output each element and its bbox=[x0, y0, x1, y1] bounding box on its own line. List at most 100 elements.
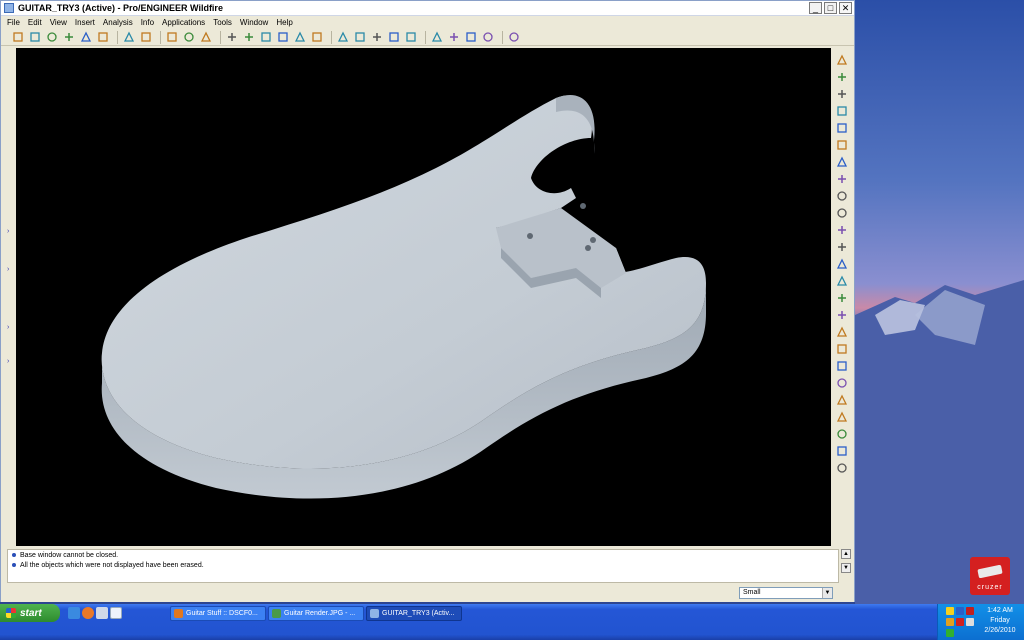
blend-icon[interactable] bbox=[835, 223, 849, 237]
zoom-out-icon[interactable] bbox=[259, 31, 273, 44]
taskbar-item-firefox[interactable]: Guitar Stuff :: DSCF0... bbox=[170, 606, 266, 621]
axis-icon[interactable] bbox=[835, 70, 849, 84]
guitar-body-model[interactable] bbox=[16, 48, 831, 546]
datum-plane-icon[interactable] bbox=[430, 31, 444, 44]
variable-sweep-icon[interactable] bbox=[835, 206, 849, 220]
scroll-up-icon[interactable]: ▲ bbox=[841, 549, 851, 559]
datum-point-icon[interactable] bbox=[464, 31, 478, 44]
tray-network-icon[interactable] bbox=[956, 607, 964, 615]
firefox-icon bbox=[174, 609, 183, 618]
thicken-icon[interactable] bbox=[835, 444, 849, 458]
coord-sys-icon[interactable] bbox=[481, 31, 495, 44]
rib-icon[interactable] bbox=[835, 291, 849, 305]
taskbar-item-proe[interactable]: GUITAR_TRY3 (Activ... bbox=[366, 606, 462, 621]
solidify-icon[interactable] bbox=[835, 461, 849, 475]
expand-arrow-icon[interactable]: › bbox=[7, 228, 11, 235]
revolve-icon[interactable] bbox=[835, 189, 849, 203]
tray-update-icon[interactable] bbox=[946, 629, 954, 637]
tray-volume-icon[interactable] bbox=[966, 618, 974, 626]
message-area: Base window cannot be closed. All the ob… bbox=[7, 549, 839, 583]
draft-icon[interactable] bbox=[835, 308, 849, 322]
repaint-icon[interactable] bbox=[182, 31, 196, 44]
chamfer-icon[interactable] bbox=[835, 342, 849, 356]
datum-point-array-icon[interactable] bbox=[835, 121, 849, 135]
menu-info[interactable]: Info bbox=[141, 18, 154, 27]
menu-analysis[interactable]: Analysis bbox=[103, 18, 133, 27]
print-icon[interactable] bbox=[62, 31, 76, 44]
title-bar[interactable]: GUITAR_TRY3 (Active) - Pro/ENGINEER Wild… bbox=[1, 1, 854, 16]
hidden-line-icon[interactable] bbox=[370, 31, 384, 44]
scroll-down-icon[interactable]: ▼ bbox=[841, 563, 851, 573]
expand-arrow-icon[interactable]: › bbox=[7, 324, 11, 331]
trim-icon[interactable] bbox=[835, 410, 849, 424]
select-box-icon[interactable] bbox=[165, 31, 179, 44]
cut-icon[interactable] bbox=[122, 31, 136, 44]
datum-axis-icon[interactable] bbox=[447, 31, 461, 44]
pattern-icon[interactable] bbox=[835, 359, 849, 373]
clock[interactable]: 1:42 AM Friday 2/26/2010 bbox=[980, 606, 1020, 636]
point-icon[interactable] bbox=[835, 104, 849, 118]
selection-filter-dropdown[interactable]: Small ▼ bbox=[739, 587, 833, 599]
refit-icon[interactable] bbox=[276, 31, 290, 44]
expand-arrow-icon[interactable]: › bbox=[7, 358, 11, 365]
start-button[interactable]: start bbox=[0, 604, 60, 622]
context-help-icon[interactable] bbox=[507, 31, 521, 44]
tray-security-icon[interactable] bbox=[956, 618, 964, 626]
curve-icon[interactable] bbox=[835, 87, 849, 101]
spin-center-icon[interactable] bbox=[199, 31, 213, 44]
taskbar-item-image-viewer[interactable]: Guitar Render.JPG - ... bbox=[268, 606, 364, 621]
chevron-down-icon[interactable]: ▼ bbox=[822, 588, 832, 598]
open-icon[interactable] bbox=[28, 31, 42, 44]
new-icon[interactable] bbox=[11, 31, 25, 44]
menu-tools[interactable]: Tools bbox=[213, 18, 232, 27]
ie-quicklaunch-icon[interactable] bbox=[68, 607, 80, 619]
send-icon[interactable] bbox=[96, 31, 110, 44]
binoculars-icon[interactable] bbox=[139, 31, 153, 44]
round-icon[interactable] bbox=[835, 325, 849, 339]
menu-edit[interactable]: Edit bbox=[28, 18, 42, 27]
zoom-in-icon[interactable] bbox=[242, 31, 256, 44]
show-desktop-icon[interactable] bbox=[110, 607, 122, 619]
tray-warning-icon[interactable] bbox=[946, 618, 954, 626]
mirror-icon[interactable] bbox=[835, 376, 849, 390]
reorient-icon[interactable] bbox=[293, 31, 307, 44]
cruzer-desktop-icon[interactable]: cruzer bbox=[970, 557, 1010, 595]
csys-icon[interactable] bbox=[835, 138, 849, 152]
menu-applications[interactable]: Applications bbox=[162, 18, 205, 27]
menu-help[interactable]: Help bbox=[276, 18, 292, 27]
hole-icon[interactable] bbox=[835, 257, 849, 271]
menu-window[interactable]: Window bbox=[240, 18, 268, 27]
no-hidden-icon[interactable] bbox=[387, 31, 401, 44]
feature-toolbar bbox=[833, 53, 851, 483]
minimize-button[interactable]: _ bbox=[809, 2, 822, 14]
layers-icon[interactable] bbox=[336, 31, 350, 44]
message-scrollbar[interactable]: ▲ ▼ bbox=[841, 549, 851, 585]
plane-icon[interactable] bbox=[835, 53, 849, 67]
offset-icon[interactable] bbox=[835, 427, 849, 441]
tray-folder-icon[interactable] bbox=[946, 607, 954, 615]
shading-icon[interactable] bbox=[404, 31, 418, 44]
wireframe-icon[interactable] bbox=[353, 31, 367, 44]
firefox-quicklaunch-icon[interactable] bbox=[82, 607, 94, 619]
analysis-icon[interactable] bbox=[835, 155, 849, 169]
merge-icon[interactable] bbox=[835, 393, 849, 407]
left-sash[interactable]: › › › › bbox=[3, 48, 14, 546]
close-button[interactable]: ✕ bbox=[839, 2, 852, 14]
orient-icon[interactable] bbox=[225, 31, 239, 44]
extrude-icon[interactable] bbox=[835, 172, 849, 186]
maximize-button[interactable]: □ bbox=[824, 2, 837, 14]
email-icon[interactable] bbox=[79, 31, 93, 44]
windows-media-icon[interactable] bbox=[96, 607, 108, 619]
message-line: Base window cannot be closed. bbox=[12, 550, 838, 560]
shell-icon[interactable] bbox=[835, 274, 849, 288]
menu-view[interactable]: View bbox=[50, 18, 67, 27]
tray-antivirus-icon[interactable] bbox=[966, 607, 974, 615]
toolbar-separator bbox=[117, 30, 118, 44]
expand-arrow-icon[interactable]: › bbox=[7, 266, 11, 273]
saved-views-icon[interactable] bbox=[310, 31, 324, 44]
style-icon[interactable] bbox=[835, 240, 849, 254]
menu-insert[interactable]: Insert bbox=[75, 18, 95, 27]
save-icon[interactable] bbox=[45, 31, 59, 44]
graphics-window[interactable] bbox=[16, 48, 831, 546]
menu-file[interactable]: File bbox=[7, 18, 20, 27]
